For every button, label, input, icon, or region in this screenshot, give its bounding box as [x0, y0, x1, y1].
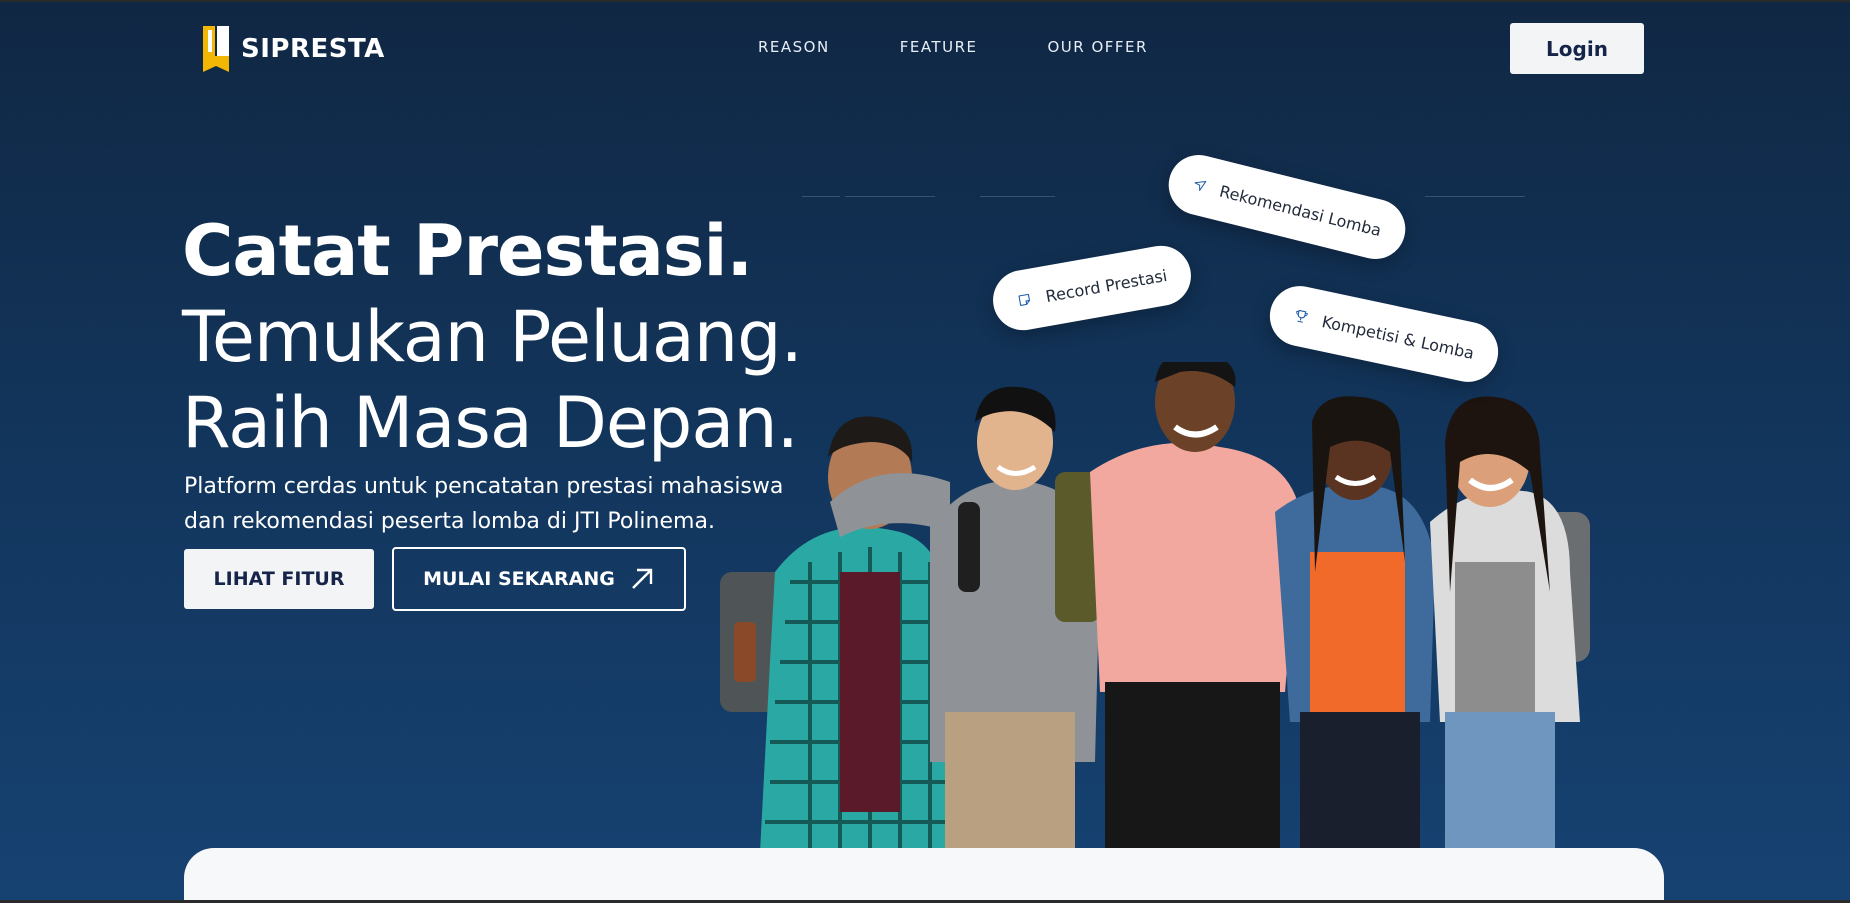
pill-record-label: Record Prestasi [1044, 265, 1169, 306]
nav-link-reason[interactable]: REASON [758, 38, 830, 56]
send-icon [1194, 181, 1207, 191]
brand-name: SIPRESTA [241, 34, 385, 64]
pill-rekomendasi-lomba: Rekomendasi Lomba [1162, 148, 1412, 266]
hero-subtitle-line-1: Platform cerdas untuk pencatatan prestas… [184, 474, 784, 499]
nav-link-our-offer[interactable]: OUR OFFER [1047, 38, 1147, 56]
sipresta-logo-icon [203, 26, 229, 72]
hero-subtitle-line-2: dan rekomendasi peserta lomba di JTI Pol… [184, 509, 715, 534]
content-card-top [184, 848, 1664, 903]
nav-link-feature[interactable]: FEATURE [900, 38, 978, 56]
note-icon [1018, 293, 1031, 306]
login-button[interactable]: Login [1510, 23, 1644, 74]
mulai-sekarang-button[interactable]: MULAI SEKARANG [392, 547, 686, 611]
brand-logo[interactable]: SIPRESTA [203, 26, 385, 72]
nav-links: REASON FEATURE OUR OFFER [758, 38, 1148, 56]
top-navbar: SIPRESTA REASON FEATURE OUR OFFER Login [0, 2, 1850, 94]
students-group-illustration [720, 362, 1590, 852]
pill-kompetisi-label: Kompetisi & Lomba [1320, 311, 1476, 363]
lihat-fitur-button[interactable]: LIHAT FITUR [184, 549, 374, 609]
divider-line [980, 196, 1055, 197]
mulai-sekarang-label: MULAI SEKARANG [423, 568, 615, 590]
pill-record-prestasi: Record Prestasi [988, 241, 1196, 335]
divider-line [845, 196, 935, 197]
pill-rekomendasi-label: Rekomendasi Lomba [1217, 181, 1384, 240]
divider-line [1425, 196, 1525, 197]
divider-line [802, 196, 840, 197]
trophy-icon [1296, 309, 1308, 323]
arrow-up-right-icon [632, 568, 653, 589]
hero-headline-line-1: Catat Prestasi. [182, 210, 753, 292]
